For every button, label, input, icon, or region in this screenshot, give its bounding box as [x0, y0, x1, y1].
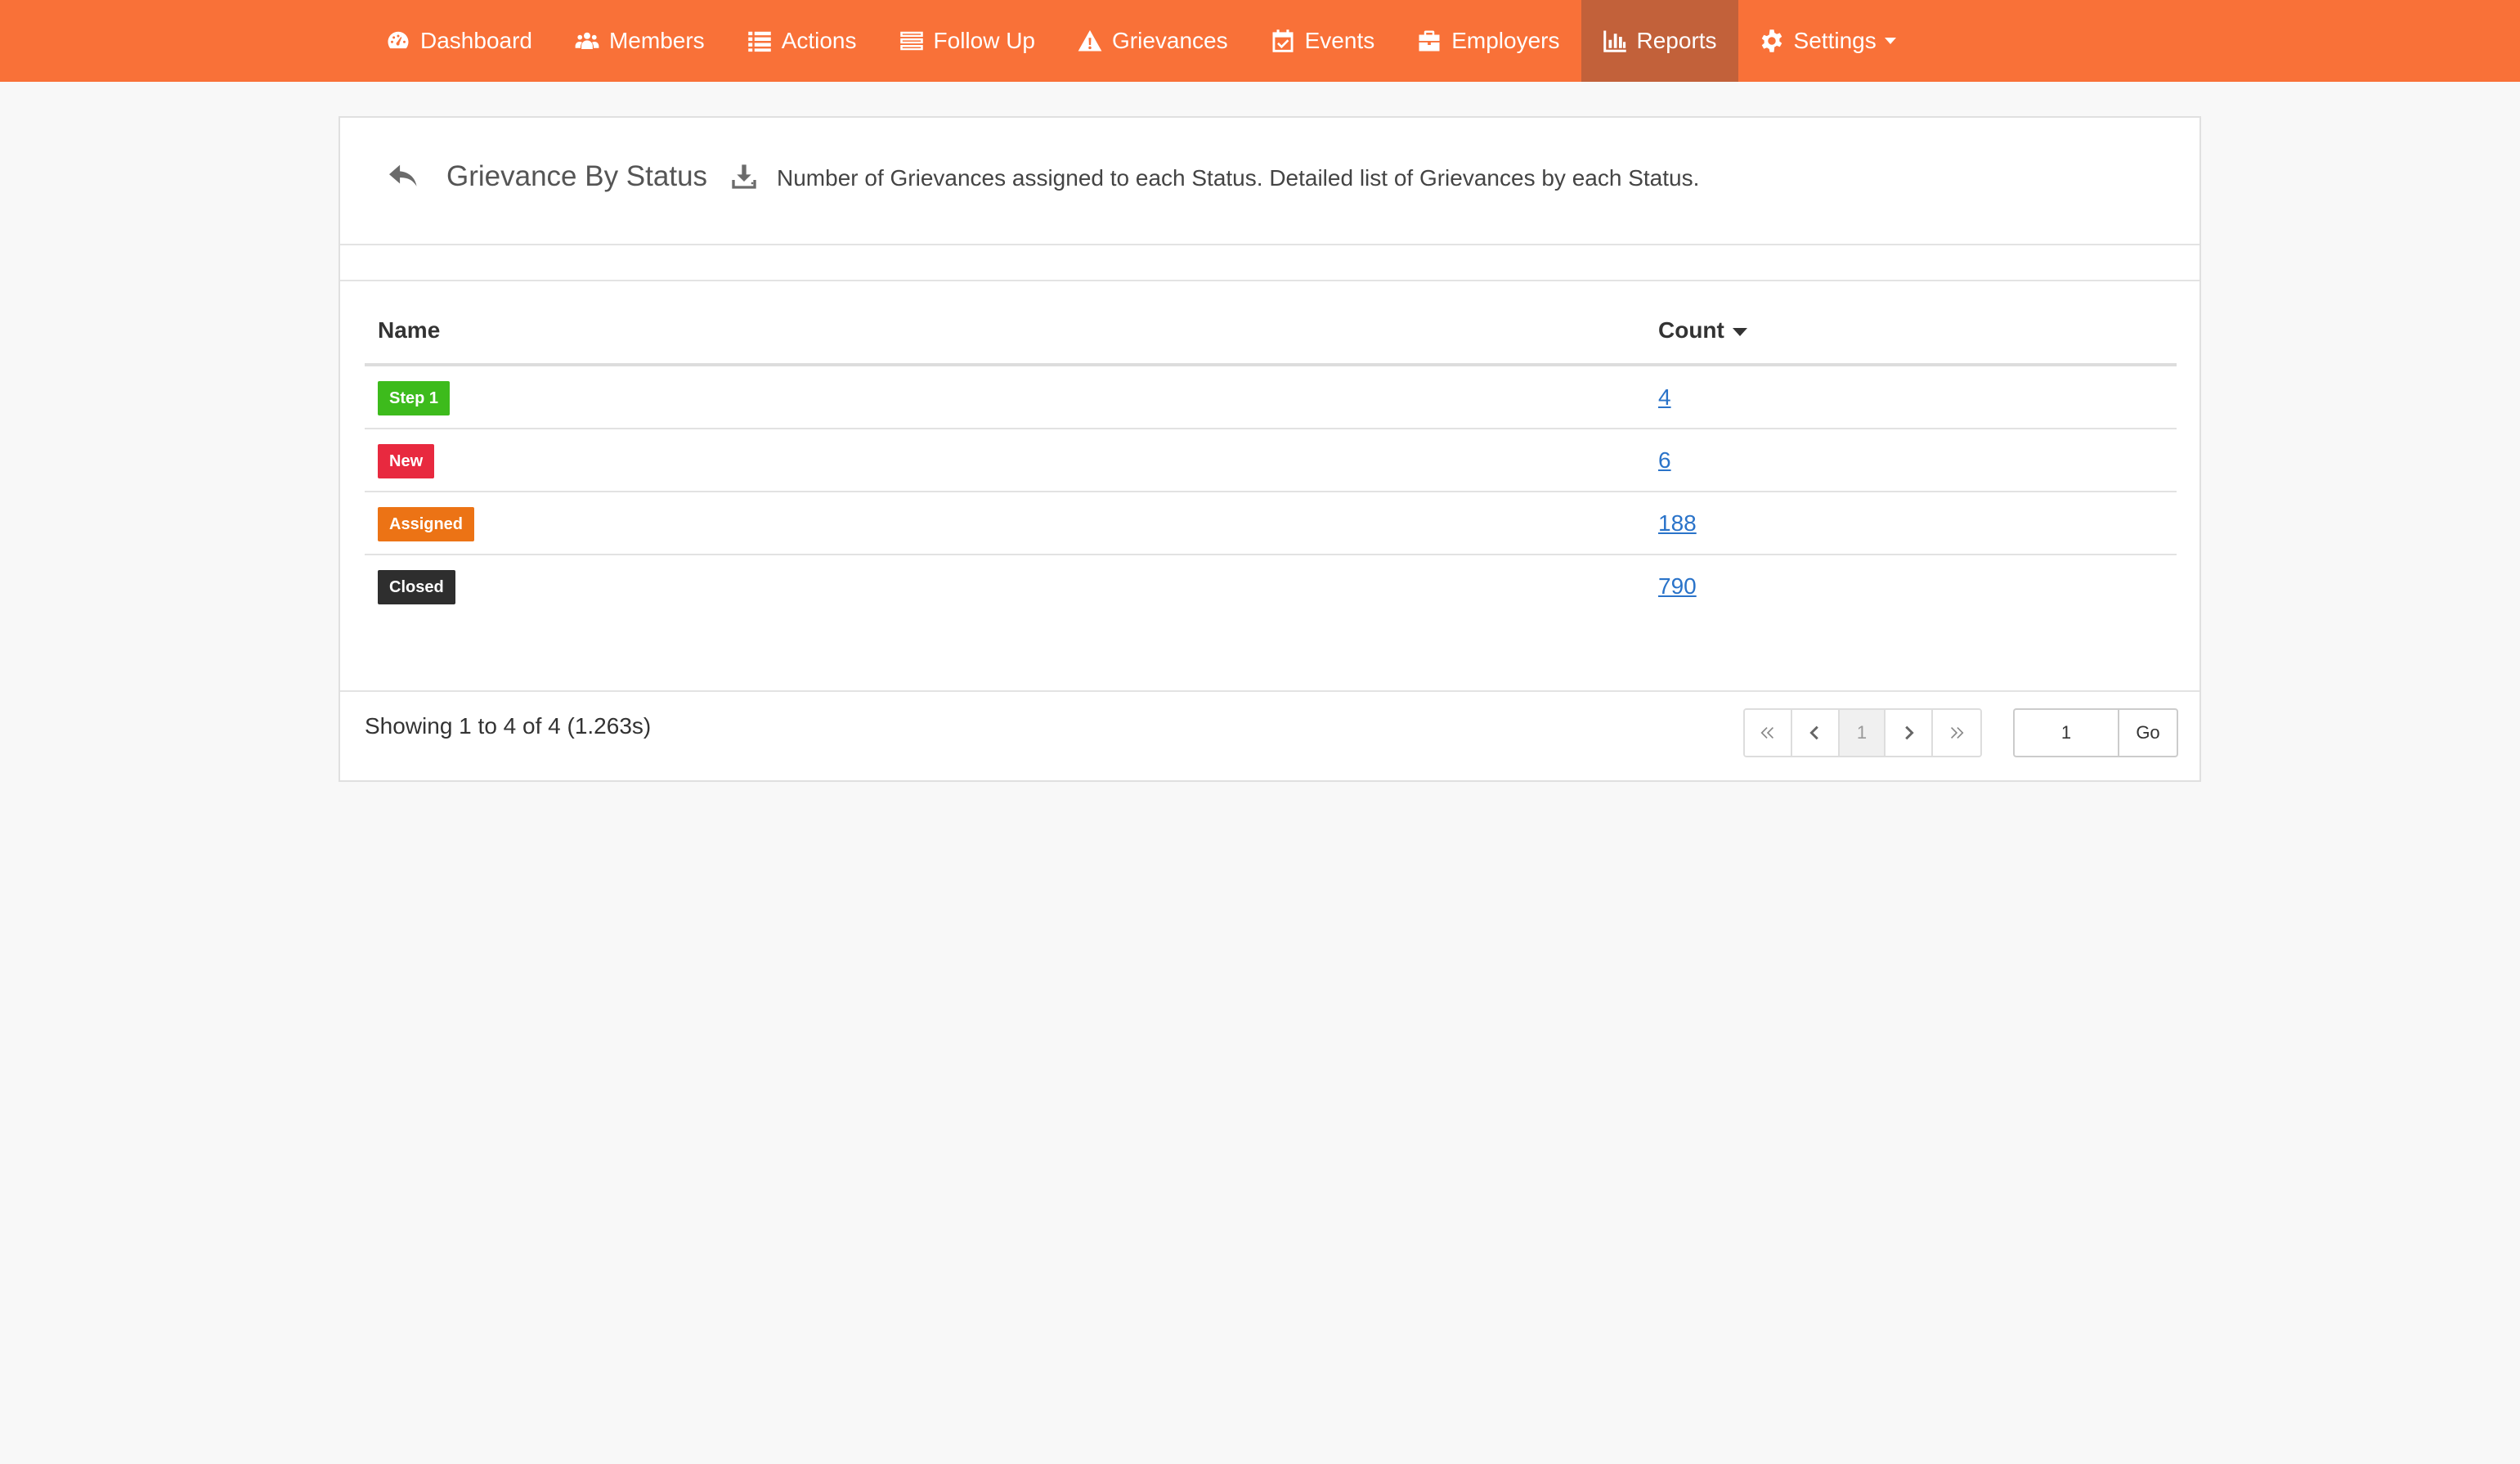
nav-label-settings: Settings [1793, 28, 1877, 53]
nav-item-dashboard[interactable]: Dashboard [365, 0, 554, 82]
caret-down-icon [1884, 38, 1896, 44]
pagination-summary: Showing 1 to 4 of 4 (1.263s) [365, 713, 652, 739]
nav-label-events: Events [1304, 28, 1375, 53]
panel-footer: Showing 1 to 4 of 4 (1.263s) 1 Go [340, 690, 2199, 780]
last-page-button[interactable] [1933, 710, 1980, 756]
count-link[interactable]: 790 [1658, 573, 1697, 600]
nav-label-actions: Actions [781, 28, 857, 53]
status-badge: Closed [378, 570, 455, 604]
panel-toolbar-area [340, 245, 2199, 281]
report-panel: Grievance By Status Number of Grievances… [339, 116, 2201, 782]
nav-item-employers[interactable]: Employers [1396, 0, 1581, 82]
panel-header: Grievance By Status Number of Grievances… [340, 118, 2199, 245]
nav-item-follow-up[interactable]: Follow Up [878, 0, 1056, 82]
table-row: Assigned 188 [365, 492, 2177, 555]
table-row: Closed 790 [365, 555, 2177, 618]
table-row: New 6 [365, 429, 2177, 492]
tasks-icon [899, 29, 924, 53]
status-badge: Assigned [378, 507, 475, 541]
briefcase-icon [1417, 29, 1442, 53]
gear-icon [1760, 29, 1784, 53]
bar-chart-icon [1603, 29, 1627, 53]
status-badge: Step 1 [378, 381, 451, 415]
status-badge: New [378, 444, 435, 478]
pagination: 1 [1743, 708, 1982, 757]
page-button-current[interactable]: 1 [1840, 710, 1886, 756]
go-button[interactable]: Go [2118, 708, 2178, 757]
dashboard-icon [386, 29, 410, 53]
column-header-name[interactable]: Name [378, 317, 440, 344]
previous-page-button[interactable] [1792, 710, 1840, 756]
nav-list: Dashboard Members Actions Follow Up Grie [365, 0, 1917, 82]
count-link[interactable]: 6 [1658, 447, 1671, 474]
list-icon [747, 29, 772, 53]
nav-item-settings[interactable]: Settings [1738, 0, 1917, 82]
nav-label-grievances: Grievances [1112, 28, 1228, 53]
nav-label-dashboard: Dashboard [420, 28, 532, 53]
nav-label-reports: Reports [1636, 28, 1717, 53]
first-page-button[interactable] [1745, 710, 1792, 756]
top-navbar: Dashboard Members Actions Follow Up Grie [0, 0, 2520, 82]
table-row: Step 1 4 [365, 366, 2177, 429]
double-chevron-left-icon [1760, 726, 1774, 739]
next-page-button[interactable] [1886, 710, 1933, 756]
nav-item-events[interactable]: Events [1249, 0, 1397, 82]
column-header-count-label: Count [1658, 317, 1724, 343]
back-arrow-icon[interactable] [388, 164, 420, 193]
chevron-left-icon [1809, 725, 1818, 740]
download-icon[interactable] [731, 164, 757, 190]
nav-label-members: Members [608, 28, 705, 53]
goto-page-input[interactable] [2013, 708, 2118, 757]
nav-label-employers: Employers [1451, 28, 1560, 53]
column-header-count[interactable]: Count [1658, 317, 1747, 344]
chevron-right-icon [1905, 725, 1914, 740]
nav-item-reports[interactable]: Reports [1581, 0, 1738, 82]
nav-label-follow-up: Follow Up [933, 28, 1035, 53]
nav-item-grievances[interactable]: Grievances [1056, 0, 1249, 82]
report-description: Number of Grievances assigned to each St… [777, 165, 1700, 191]
nav-item-members[interactable]: Members [554, 0, 726, 82]
double-chevron-right-icon [1950, 726, 1964, 739]
nav-item-actions[interactable]: Actions [726, 0, 878, 82]
sort-desc-icon [1732, 327, 1747, 336]
count-link[interactable]: 4 [1658, 384, 1671, 411]
users-icon [575, 29, 599, 53]
status-table: Name Count Step 1 4 New 6 Assigned 188 C… [365, 281, 2177, 618]
warning-icon [1078, 29, 1102, 53]
goto-page-group: Go [2013, 708, 2178, 757]
table-header: Name Count [365, 281, 2177, 366]
page-title: Grievance By Status [446, 160, 708, 192]
count-link[interactable]: 188 [1658, 510, 1697, 537]
calendar-check-icon [1271, 29, 1295, 53]
